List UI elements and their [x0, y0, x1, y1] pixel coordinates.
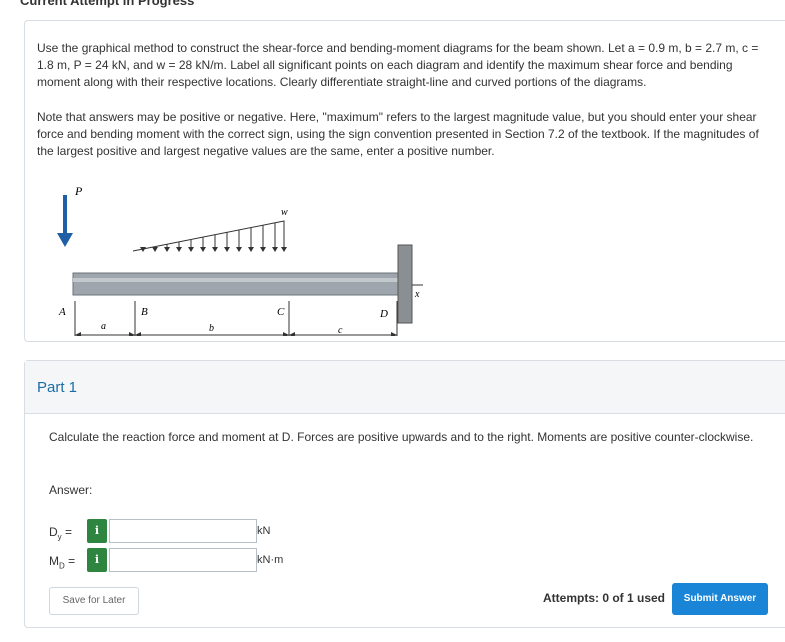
- beam: [72, 272, 399, 296]
- md-info-icon[interactable]: i: [87, 548, 107, 572]
- question-text: Use the graphical method to construct th…: [37, 40, 777, 178]
- dim-a-label: a: [101, 321, 106, 332]
- dy-input[interactable]: [109, 519, 257, 543]
- md-input[interactable]: [109, 548, 257, 572]
- dimension-lines: [74, 301, 398, 336]
- fixed-support: [397, 244, 413, 324]
- load-p-label: P: [74, 184, 83, 198]
- load-w-label: w: [281, 207, 288, 218]
- point-a-label: A: [58, 306, 66, 318]
- submit-answer-button[interactable]: Submit Answer: [672, 583, 768, 615]
- answer-label: Answer:: [49, 483, 93, 497]
- question-note: Note that answers may be positive or neg…: [37, 110, 759, 158]
- dy-unit: kN: [257, 525, 271, 537]
- part-1-card: Part 1 Calculate the reaction force and …: [24, 360, 785, 628]
- part-1-title: Part 1: [37, 379, 78, 396]
- attempts-counter: Attempts: 0 of 1 used: [543, 591, 666, 605]
- md-label: MD =: [49, 554, 76, 571]
- load-p-arrowhead: [57, 233, 73, 247]
- part-1-question: Calculate the reaction force and moment …: [49, 430, 754, 444]
- point-b-label: B: [141, 306, 148, 318]
- beam-highlight: [73, 278, 398, 282]
- distributed-load-outline: [132, 220, 285, 252]
- beam-figure: P w x A B C D a b c: [57, 184, 423, 336]
- point-c-label: C: [277, 306, 285, 318]
- dim-b-label: b: [209, 323, 214, 334]
- md-unit: kN·m: [257, 554, 284, 566]
- question-paragraph: Use the graphical method to construct th…: [37, 41, 759, 89]
- page-title: Current Attempt in Progress: [20, 0, 195, 8]
- dy-info-icon[interactable]: i: [87, 519, 107, 543]
- dim-c-label: c: [338, 325, 343, 336]
- point-d-label: D: [379, 308, 388, 320]
- dy-label: Dy =: [49, 525, 73, 542]
- save-for-later-button[interactable]: Save for Later: [49, 587, 139, 615]
- question-card: Use the graphical method to construct th…: [24, 20, 785, 342]
- x-axis-label: x: [414, 289, 420, 300]
- part-1-header: Part 1: [25, 361, 785, 414]
